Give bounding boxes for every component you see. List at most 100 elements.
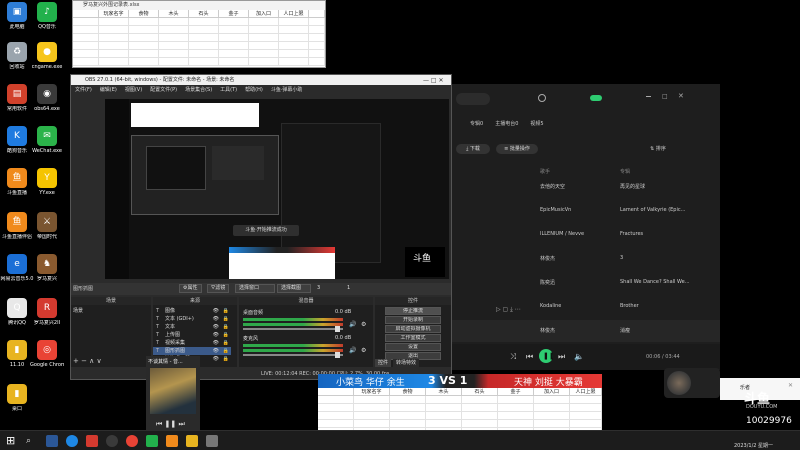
tab-radio[interactable]: 主播电台0 [495,120,518,127]
value-b[interactable]: 1 [347,285,350,291]
control-button[interactable]: 工作室模式 [385,334,441,342]
table-cell[interactable] [99,34,129,42]
table-cell[interactable] [159,26,189,34]
table-cell[interactable] [462,412,498,420]
table-cell[interactable] [219,34,249,42]
eye-icon[interactable]: 👁 [213,315,219,323]
controls-panel[interactable]: 停止推流 开始录制 启动虚拟摄像机 工作室模式 设置 退出 [375,305,451,367]
download-button[interactable]: ⤓ 下载 [456,144,490,154]
table-cell[interactable] [249,18,279,26]
table-cell[interactable] [534,412,570,420]
minimize-icon[interactable] [646,96,651,97]
table-cell[interactable] [129,34,159,42]
table-cell[interactable] [189,42,219,50]
mini-player-card[interactable]: 不谈其情 - 音... ⏮ ❚❚ ⏭ [146,356,200,434]
menu-item[interactable]: 文件(F) [75,85,92,95]
wechat-taskbar-icon[interactable] [146,435,158,447]
table-cell[interactable] [534,420,570,428]
desktop-icon[interactable]: 鱼斗鱼直播 [0,168,34,196]
table-cell[interactable] [318,420,354,428]
maximize-icon[interactable]: □ [662,93,668,100]
select-display-button[interactable]: 选择截图 [277,284,311,293]
lock-icon[interactable]: 🔒 [223,339,229,347]
menu-item[interactable]: 工具(T) [220,85,237,95]
desktop-icon[interactable]: K 酷狗音乐 [0,126,34,154]
pause-button[interactable]: ❚❚ [539,349,555,363]
source-item[interactable]: T 文本 👁 🔒 [153,323,231,331]
table-cell[interactable] [354,412,390,420]
value-a[interactable]: 3 [317,285,320,291]
table-cell[interactable] [390,420,426,428]
scene-item[interactable]: 场景 [73,307,83,314]
desktop-icon[interactable]: 鱼斗鱼直播伴侣 [0,212,34,240]
table-row[interactable]: 陈奕迅 Shall We Dance? Shall We... [450,272,720,294]
table-cell[interactable] [309,26,325,34]
table-cell[interactable] [159,18,189,26]
table-cell[interactable] [159,34,189,42]
table-cell[interactable] [279,34,309,42]
gear-icon[interactable]: ⚙ [361,321,366,328]
desktop-icon[interactable]: ▤ 常用软件 [0,84,34,112]
table-cell[interactable] [390,404,426,412]
table-cell[interactable] [189,18,219,26]
table-cell[interactable] [426,412,462,420]
tab-controls[interactable]: 控件 [375,359,392,367]
table-cell[interactable] [462,396,498,404]
table-cell[interactable] [189,50,219,58]
table-row[interactable]: EpicMusicVn Lament of Valkyrie (Epic... [450,200,720,222]
taskview-icon[interactable] [46,435,58,447]
table-cell[interactable] [462,420,498,428]
table-cell[interactable] [426,396,462,404]
player-search-input[interactable] [456,93,490,105]
table-row[interactable]: 林俊杰 3 [450,248,720,270]
table-cell[interactable] [498,412,534,420]
table-cell[interactable] [219,58,249,66]
table-cell[interactable] [249,34,279,42]
eye-icon[interactable]: 👁 [213,331,219,339]
table-cell[interactable] [129,50,159,58]
tab-album[interactable]: 专辑0 [470,120,483,127]
table-cell[interactable] [498,420,534,428]
table-cell[interactable] [309,50,325,58]
control-button[interactable]: 开始录制 [385,316,441,324]
volume-slider-knob[interactable] [335,352,340,358]
table-cell[interactable] [318,404,354,412]
table-cell[interactable] [279,58,309,66]
table-cell[interactable] [279,50,309,58]
toast-close-icon[interactable]: ✕ [788,382,793,389]
table-cell[interactable] [354,404,390,412]
table-cell[interactable] [73,50,99,58]
desktop-icon[interactable]: ✉ WeChat.exe [30,126,64,154]
table-cell[interactable] [309,58,325,66]
sort-button[interactable]: ⇅ 排序 [646,144,670,154]
table-cell[interactable] [426,404,462,412]
table-cell[interactable] [249,26,279,34]
table-cell[interactable] [318,412,354,420]
obs-taskbar-icon[interactable] [106,435,118,447]
tab-transitions[interactable]: 转场特效 [393,359,420,367]
obs-window[interactable]: OBS 27.0.1 (64-bit, windows) - 配置文件: 未命名… [70,74,452,380]
menu-item[interactable]: 编辑(E) [100,85,117,95]
table-cell[interactable] [99,18,129,26]
table-cell[interactable] [318,396,354,404]
prev-icon[interactable]: ⏮ [526,352,533,362]
desktop-icon[interactable]: ◎ Google Chrome [30,340,64,368]
lock-icon[interactable]: 🔒 [223,323,229,331]
table-cell[interactable] [189,26,219,34]
mini-controls-icons[interactable]: ⏮ ❚❚ ⏭ [156,420,185,429]
obs-preview[interactable]: 斗鱼·开始推流成功 斗鱼 [105,99,449,279]
table-cell[interactable] [219,50,249,58]
table-row[interactable]: ILLENIUM / Nevve Fractures [450,224,720,246]
desktop-icon[interactable]: ♻ 回收站 [0,42,34,70]
lock-icon[interactable]: 🔒 [223,315,229,323]
table-cell[interactable] [426,420,462,428]
scene-toolbar-icons[interactable]: + − ∧ ∨ [73,357,102,365]
table-cell[interactable] [249,42,279,50]
desktop-icon[interactable]: R 罗马复兴2II [30,298,64,326]
menu-item[interactable]: 帮助(H) [245,85,263,95]
folder-taskbar-icon[interactable] [186,435,198,447]
table-cell[interactable] [219,18,249,26]
source-item[interactable]: T 图像 👁 🔒 [153,307,231,315]
volume-slider-knob[interactable] [335,326,340,332]
search-icon[interactable]: ⌕ [26,435,38,447]
